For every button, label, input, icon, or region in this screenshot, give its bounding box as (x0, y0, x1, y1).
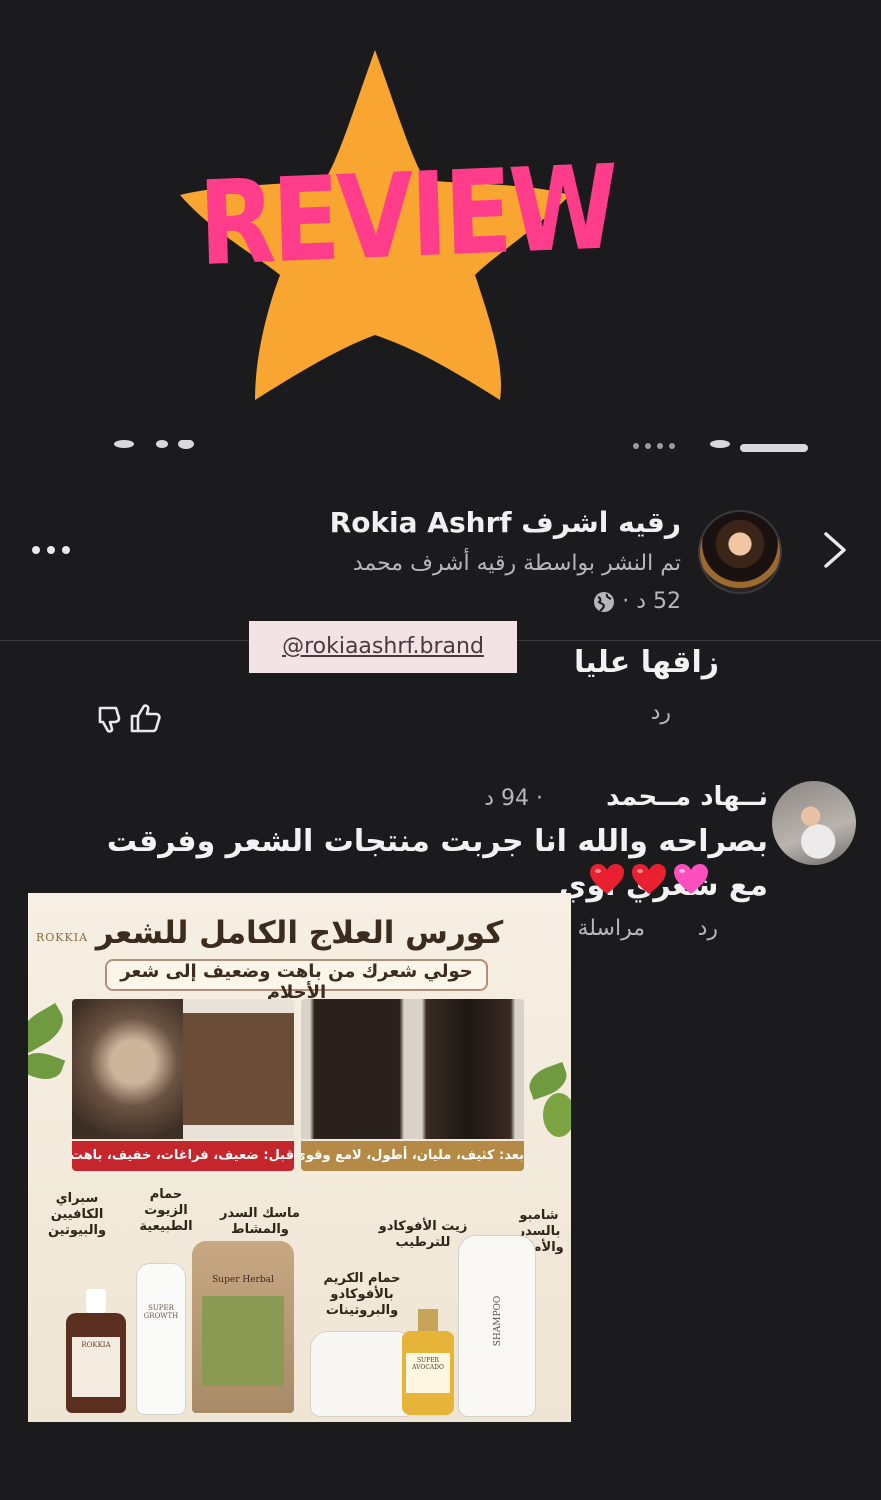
reply-button[interactable]: رد (651, 700, 671, 725)
before-photos: قبل: ضعيف، فراغات، خفيف، باهت (72, 999, 294, 1171)
post-time: 52 د · (622, 589, 681, 614)
cream-jar (310, 1331, 414, 1417)
shampoo-bottle: SHAMPOO (458, 1235, 536, 1417)
after-photos: بعد: كثيف، مليان، أطول، لامع وقوي (301, 999, 524, 1171)
after-caption: بعد: كثيف، مليان، أطول، لامع وقوي (301, 1141, 524, 1171)
avocado-oil-bottle: SUPER AVOCADO (402, 1309, 454, 1415)
foam-bottle-label: SUPER GROWTH (143, 1304, 179, 1320)
commenter-name[interactable]: نــهاد مــحمد (606, 782, 768, 812)
author-name[interactable]: رقيه اشرف Rokia Ashrf (330, 506, 681, 539)
red-heart-icon (590, 864, 624, 894)
ad-subtitle: حولي شعرك من باهت وضعيف إلى شعر الأحلام (120, 961, 473, 1003)
thin-scalp-photo (72, 999, 183, 1139)
message-button[interactable]: مراسلة (577, 916, 645, 941)
brand-handle-sticker[interactable]: @rokiaashrf.brand (249, 621, 517, 673)
leaf-decoration (28, 1003, 71, 1053)
posted-by-line: تم النشر بواسطة رقيه أشرف محمد (352, 551, 681, 576)
spray-label: سبراي الكافيين والبيوتين (47, 1191, 107, 1238)
spray-bottle: ROKKIA (66, 1289, 126, 1413)
shampoo-bottle-label: SHAMPOO (493, 1295, 503, 1347)
thin-hair-photo (183, 999, 294, 1139)
comment-time: · 94 د (484, 786, 543, 811)
pink-heart-icon (674, 864, 708, 894)
before-caption: قبل: ضعيف، فراغات، خفيف، باهت (72, 1141, 294, 1171)
mask-pouch-label: Super Herbal (212, 1275, 274, 1285)
more-dots-icon[interactable] (30, 535, 72, 565)
author-avatar[interactable] (698, 510, 782, 594)
avocado-bottle-label: SUPER AVOCADO (406, 1353, 450, 1393)
avocado-decoration (543, 1093, 571, 1137)
ad-title: كورس العلاج الكامل للشعر (95, 915, 504, 951)
cream-bath-label: حمام الكريم بالأفوكادو والبروتينات (323, 1271, 401, 1318)
like-dislike-reactions[interactable] (98, 702, 162, 734)
dislike-icon (98, 706, 121, 733)
chevron-right-icon[interactable] (818, 528, 852, 572)
mask-label: ماسك السدر والمشاط (220, 1206, 300, 1237)
like-icon (130, 704, 161, 733)
review-word: REVIEW (196, 140, 618, 293)
leaf-decoration (28, 1046, 66, 1086)
cut-off-row-remnant (633, 440, 808, 452)
herbal-mask-pouch: Super Herbal (192, 1241, 294, 1413)
globe-icon (594, 591, 615, 612)
oil-bath-label: حمام الزيوت الطبيعية (139, 1187, 193, 1234)
cut-off-row-remnant (114, 440, 194, 449)
comment-text: زاقها عليا (574, 645, 719, 680)
reply-button[interactable]: رد (698, 916, 718, 941)
avocado-oil-label: زيت الأفوكادو للترطيب (378, 1219, 468, 1250)
commenter-avatar[interactable] (772, 781, 856, 865)
foam-bottle: SUPER GROWTH (136, 1263, 186, 1415)
product-ad-image[interactable]: ROKKIA كورس العلاج الكامل للشعر حولي شعر… (28, 893, 571, 1422)
heart-emojis (588, 862, 710, 896)
red-heart-icon (632, 864, 666, 894)
spray-bottle-label: ROKKIA (72, 1337, 120, 1397)
thick-hair-photo (301, 999, 413, 1139)
shiny-hair-photo (412, 999, 524, 1139)
post-meta: 52 د · (592, 589, 681, 614)
